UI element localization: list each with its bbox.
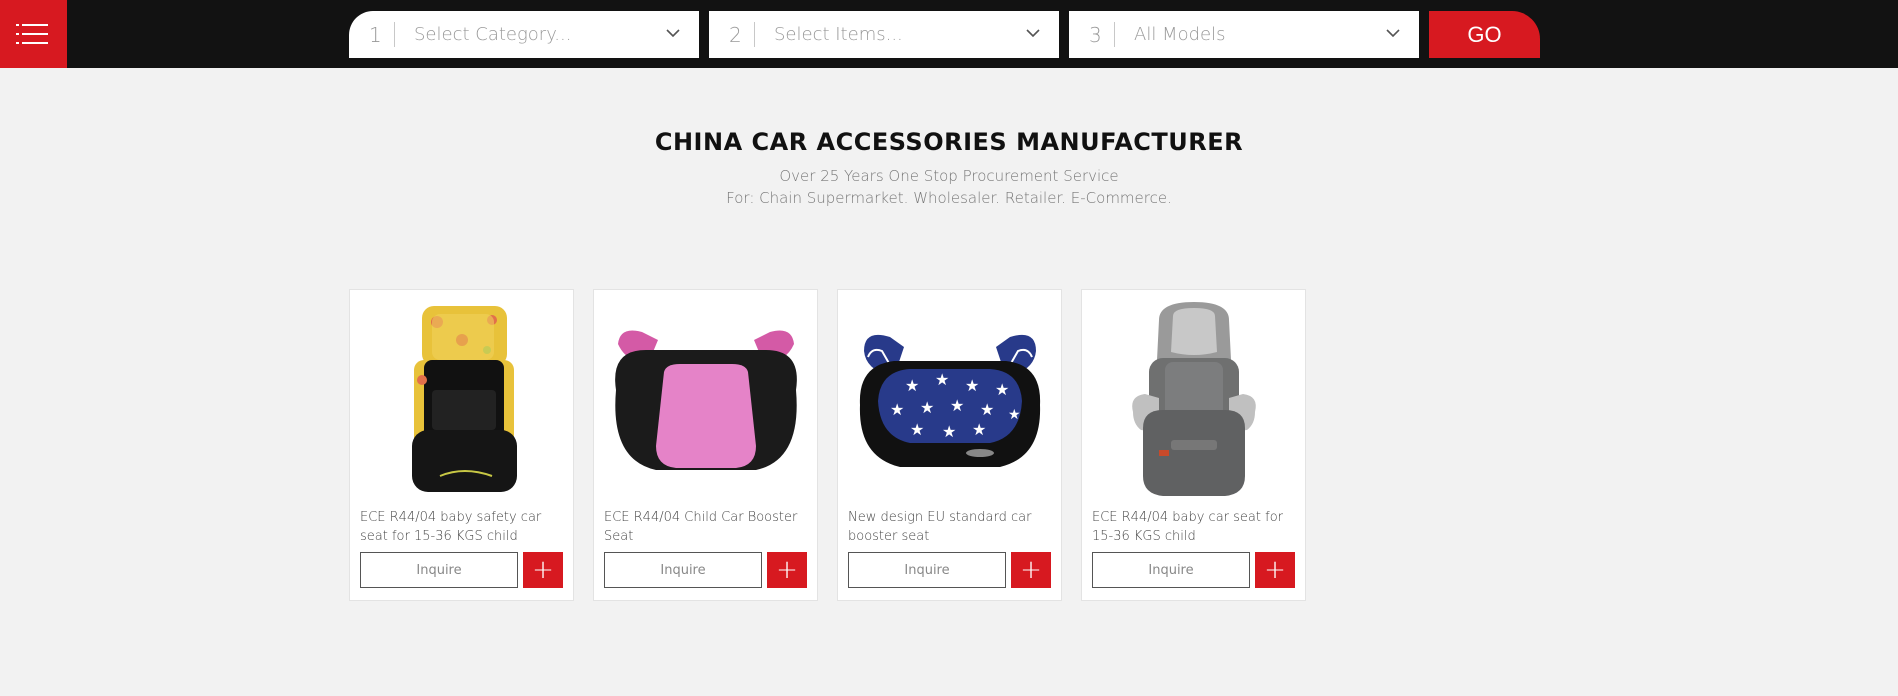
product-image[interactable] xyxy=(358,300,565,500)
svg-text:★: ★ xyxy=(942,424,956,441)
chevron-down-icon xyxy=(666,29,680,38)
product-card[interactable]: ECE R44/04 baby car seat for 15-36 KGS c… xyxy=(1081,289,1306,601)
product-card[interactable]: ECE R44/04 Child Car Booster Seat Inquir… xyxy=(593,289,818,601)
car-seat-image xyxy=(411,306,517,492)
items-select-label: Select Items... xyxy=(774,24,903,45)
product-title[interactable]: New design EU standard car booster seat xyxy=(848,508,1053,546)
product-image[interactable] xyxy=(1090,300,1297,500)
product-card[interactable]: ECE R44/04 baby safety car seat for 15-3… xyxy=(349,289,574,601)
product-title[interactable]: ECE R44/04 Child Car Booster Seat xyxy=(604,508,809,546)
inquire-button[interactable]: Inquire xyxy=(360,552,518,588)
svg-text:★: ★ xyxy=(1008,406,1021,422)
items-select[interactable]: 2 Select Items... xyxy=(709,11,1059,58)
svg-text:★: ★ xyxy=(920,400,934,417)
page-title: CHINA CAR ACCESSORIES MANUFACTURER xyxy=(654,128,1244,156)
step-number: 1 xyxy=(369,23,382,47)
product-image[interactable]: ★ ★ ★ ★ ★ ★ ★ ★ ★ ★ ★ ★ xyxy=(846,300,1053,500)
models-select-label: All Models xyxy=(1134,24,1226,45)
product-image[interactable] xyxy=(602,300,809,500)
product-card[interactable]: ★ ★ ★ ★ ★ ★ ★ ★ ★ ★ ★ ★ New design EU standard… xyxy=(837,289,1062,601)
inquire-button[interactable]: Inquire xyxy=(848,552,1006,588)
add-to-inquiry-button[interactable]: + xyxy=(1255,552,1295,588)
step-number: 3 xyxy=(1089,23,1102,47)
svg-text:★: ★ xyxy=(905,378,919,395)
add-to-inquiry-button[interactable]: + xyxy=(523,552,563,588)
page-subtitle-audience: For: Chain Supermarket. Wholesaler. Reta… xyxy=(726,189,1172,207)
product-title[interactable]: ECE R44/04 baby car seat for 15-36 KGS c… xyxy=(1092,508,1297,546)
step-number: 2 xyxy=(729,23,742,47)
svg-text:★: ★ xyxy=(935,372,949,389)
car-seat-image xyxy=(1131,302,1256,496)
svg-text:★: ★ xyxy=(910,422,924,439)
chevron-down-icon xyxy=(1386,29,1400,38)
svg-text:★: ★ xyxy=(995,382,1009,399)
svg-text:★: ★ xyxy=(890,402,904,419)
inquire-button[interactable]: Inquire xyxy=(1092,552,1250,588)
category-select-label: Select Category... xyxy=(414,24,572,45)
svg-text:★: ★ xyxy=(950,398,964,415)
page-subtitle: Over 25 Years One Stop Procurement Servi… xyxy=(779,167,1119,185)
add-to-inquiry-button[interactable]: + xyxy=(767,552,807,588)
go-button[interactable]: GO xyxy=(1429,11,1540,58)
category-select[interactable]: 1 Select Category... xyxy=(349,11,699,58)
svg-text:★: ★ xyxy=(980,402,994,419)
booster-seat-image: ★ ★ ★ ★ ★ ★ ★ ★ ★★ ★ ★ xyxy=(859,334,1040,467)
product-title[interactable]: ECE R44/04 baby safety car seat for 15-3… xyxy=(360,508,565,546)
hamburger-menu-button[interactable] xyxy=(0,0,67,68)
top-navigation-bar: 1 Select Category... 2 Select Items... 3… xyxy=(0,0,1898,68)
add-to-inquiry-button[interactable]: + xyxy=(1011,552,1051,588)
chevron-down-icon xyxy=(1026,29,1040,38)
svg-text:★: ★ xyxy=(972,422,986,439)
booster-seat-image xyxy=(614,330,797,470)
models-select[interactable]: 3 All Models xyxy=(1069,11,1419,58)
svg-text:★: ★ xyxy=(965,378,979,395)
inquire-button[interactable]: Inquire xyxy=(604,552,762,588)
